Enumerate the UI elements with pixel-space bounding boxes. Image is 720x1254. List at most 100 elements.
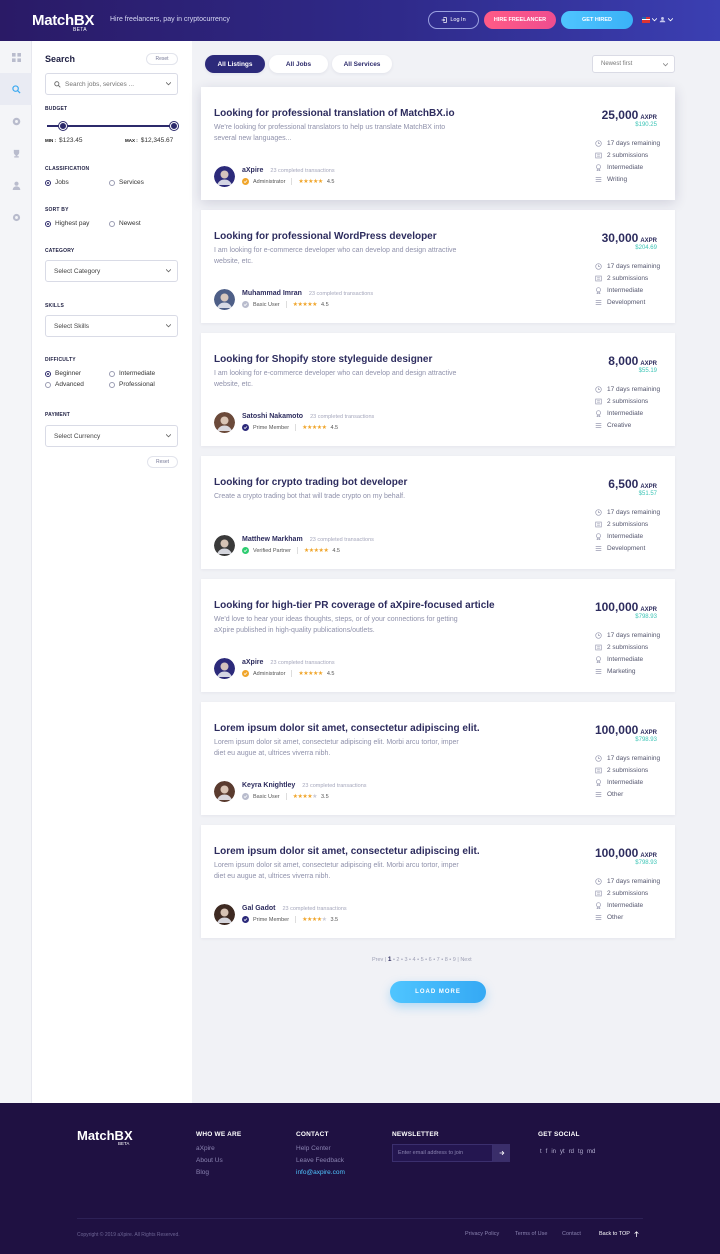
footer-link-help[interactable]: Help Center bbox=[296, 1145, 331, 1152]
login-button[interactable]: Log In bbox=[428, 11, 479, 29]
listing-card[interactable]: Looking for crypto trading bot developer… bbox=[201, 456, 675, 569]
poster-name[interactable]: Muhammad Imran bbox=[242, 290, 302, 297]
twitter-icon[interactable]: t bbox=[540, 1149, 542, 1155]
pagination-page[interactable]: 2 bbox=[396, 957, 399, 963]
avatar[interactable] bbox=[214, 166, 235, 187]
listing-title[interactable]: Looking for high-tier PR coverage of aXp… bbox=[214, 600, 495, 611]
listing-title[interactable]: Lorem ipsum dolor sit amet, consectetur … bbox=[214, 723, 480, 734]
footer-link-axpire[interactable]: aXpire bbox=[196, 1145, 215, 1152]
rail-search[interactable] bbox=[0, 73, 32, 105]
clock-icon bbox=[595, 755, 602, 762]
tab-all-services[interactable]: All Services bbox=[332, 55, 392, 73]
terms-link[interactable]: Terms of Use bbox=[515, 1231, 547, 1237]
language-selector[interactable] bbox=[642, 16, 673, 23]
search-input[interactable] bbox=[65, 80, 157, 88]
listing-meta-text: 2 submissions bbox=[607, 398, 649, 405]
pagination-next[interactable]: Next bbox=[460, 957, 471, 963]
poster-name[interactable]: Matthew Markham bbox=[242, 536, 303, 543]
footer-link-blog[interactable]: Blog bbox=[196, 1169, 209, 1176]
listing-card[interactable]: Lorem ipsum dolor sit amet, consectetur … bbox=[201, 702, 675, 815]
difficulty-option-intermediate[interactable]: Intermediate bbox=[109, 370, 155, 377]
poster-name[interactable]: aXpire bbox=[242, 167, 263, 174]
get-hired-button[interactable]: GET HIRED bbox=[561, 11, 633, 29]
sortby-option-newest[interactable]: Newest bbox=[109, 220, 141, 227]
pagination-page[interactable]: 7 bbox=[437, 957, 440, 963]
listing-card[interactable]: Looking for Shopify store styleguide des… bbox=[201, 333, 675, 446]
listing-card[interactable]: Lorem ipsum dolor sit amet, consectetur … bbox=[201, 825, 675, 938]
skills-select[interactable]: Select Skills bbox=[45, 315, 178, 337]
payment-select[interactable]: Select Currency bbox=[45, 425, 178, 447]
poster-name[interactable]: Gal Gadot bbox=[242, 905, 275, 912]
footer-link-about[interactable]: About Us bbox=[196, 1157, 223, 1164]
poster-name[interactable]: Keyra Knightley bbox=[242, 782, 295, 789]
pagination-page[interactable]: 3 bbox=[404, 957, 407, 963]
listing-card[interactable]: Looking for high-tier PR coverage of aXp… bbox=[201, 579, 675, 692]
listing-card[interactable]: Looking for professional translation of … bbox=[201, 87, 675, 200]
listing-card[interactable]: Looking for professional WordPress devel… bbox=[201, 210, 675, 323]
pagination-page[interactable]: 4 bbox=[413, 957, 416, 963]
rail-user[interactable] bbox=[0, 169, 32, 201]
listing-title[interactable]: Looking for crypto trading bot developer bbox=[214, 477, 407, 488]
pagination-prev[interactable]: Prev bbox=[372, 957, 383, 963]
header-logo-beta: BETA bbox=[73, 27, 87, 33]
listing-title[interactable]: Looking for Shopify store styleguide des… bbox=[214, 354, 432, 365]
poster-name[interactable]: Satoshi Nakamoto bbox=[242, 413, 303, 420]
pagination-page[interactable]: 8 bbox=[445, 957, 448, 963]
pagination-page[interactable]: 6 bbox=[429, 957, 432, 963]
budget-slider-min-handle[interactable] bbox=[59, 122, 67, 130]
pagination-page[interactable]: 9 bbox=[453, 957, 456, 963]
rail-trophy[interactable] bbox=[0, 137, 32, 169]
rail-dashboard[interactable] bbox=[0, 41, 32, 73]
amount-currency: AXPR bbox=[640, 607, 657, 613]
difficulty-option-professional[interactable]: Professional bbox=[109, 381, 155, 388]
footer: MatchBX BETA WHO WE ARE aXpire About Us … bbox=[0, 1103, 720, 1254]
clock-icon bbox=[595, 386, 602, 393]
linkedin-icon[interactable]: in bbox=[551, 1149, 556, 1155]
load-more-button[interactable]: LOAD MORE bbox=[390, 981, 486, 1003]
listing-title[interactable]: Looking for professional translation of … bbox=[214, 108, 455, 119]
reset-bottom-button[interactable]: Reset bbox=[147, 456, 178, 468]
footer-link-feedback[interactable]: Leave Feedback bbox=[296, 1157, 344, 1164]
avatar[interactable] bbox=[214, 658, 235, 679]
rail-coin[interactable] bbox=[0, 105, 32, 137]
listing-meta-text: 17 days remaining bbox=[607, 263, 661, 270]
pagination-page[interactable]: 5 bbox=[421, 957, 424, 963]
tab-all-jobs[interactable]: All Jobs bbox=[269, 55, 328, 73]
tab-all-listings[interactable]: All Listings bbox=[205, 55, 265, 73]
hire-freelancer-button[interactable]: HIRE FREELANCER bbox=[484, 11, 556, 29]
telegram-icon[interactable]: tg bbox=[578, 1149, 583, 1155]
listing-meta-text: Development bbox=[607, 299, 646, 306]
avatar[interactable] bbox=[214, 289, 235, 310]
classification-option-jobs[interactable]: Jobs bbox=[45, 179, 69, 186]
newsletter-email-input[interactable]: Enter email address to join bbox=[392, 1144, 493, 1162]
listing-title[interactable]: Lorem ipsum dolor sit amet, consectetur … bbox=[214, 846, 480, 857]
back-to-top-button[interactable]: Back to TOP bbox=[599, 1231, 639, 1237]
listing-amount: 100,000 AXPR bbox=[595, 600, 657, 614]
avatar[interactable] bbox=[214, 412, 235, 433]
difficulty-option-advanced[interactable]: Advanced bbox=[45, 381, 84, 388]
facebook-icon[interactable]: f bbox=[546, 1149, 548, 1155]
rail-settings[interactable] bbox=[0, 201, 32, 233]
listing-meta-level: Intermediate bbox=[595, 779, 643, 786]
reset-top-button[interactable]: Reset bbox=[146, 53, 178, 65]
footer-email-link[interactable]: info@axpire.com bbox=[296, 1169, 345, 1176]
sort-select[interactable]: Newest first bbox=[592, 55, 675, 73]
medium-icon[interactable]: md bbox=[587, 1149, 595, 1155]
poster-name[interactable]: aXpire bbox=[242, 659, 263, 666]
listing-title[interactable]: Looking for professional WordPress devel… bbox=[214, 231, 437, 242]
privacy-link[interactable]: Privacy Policy bbox=[465, 1231, 499, 1237]
avatar[interactable] bbox=[214, 781, 235, 802]
category-select[interactable]: Select Category bbox=[45, 260, 178, 282]
classification-option-services[interactable]: Services bbox=[109, 179, 144, 186]
sortby-option-highest-pay[interactable]: Highest pay bbox=[45, 220, 89, 227]
divider bbox=[295, 916, 297, 923]
avatar[interactable] bbox=[214, 904, 235, 925]
newsletter-submit-button[interactable] bbox=[493, 1144, 510, 1162]
youtube-icon[interactable]: yt bbox=[560, 1149, 565, 1155]
footer-contact-link[interactable]: Contact bbox=[562, 1231, 581, 1237]
avatar[interactable] bbox=[214, 535, 235, 556]
difficulty-option-beginner[interactable]: Beginner bbox=[45, 370, 81, 377]
reddit-icon[interactable]: rd bbox=[569, 1149, 574, 1155]
budget-slider-max-handle[interactable] bbox=[170, 122, 178, 130]
category-icon bbox=[595, 300, 602, 305]
